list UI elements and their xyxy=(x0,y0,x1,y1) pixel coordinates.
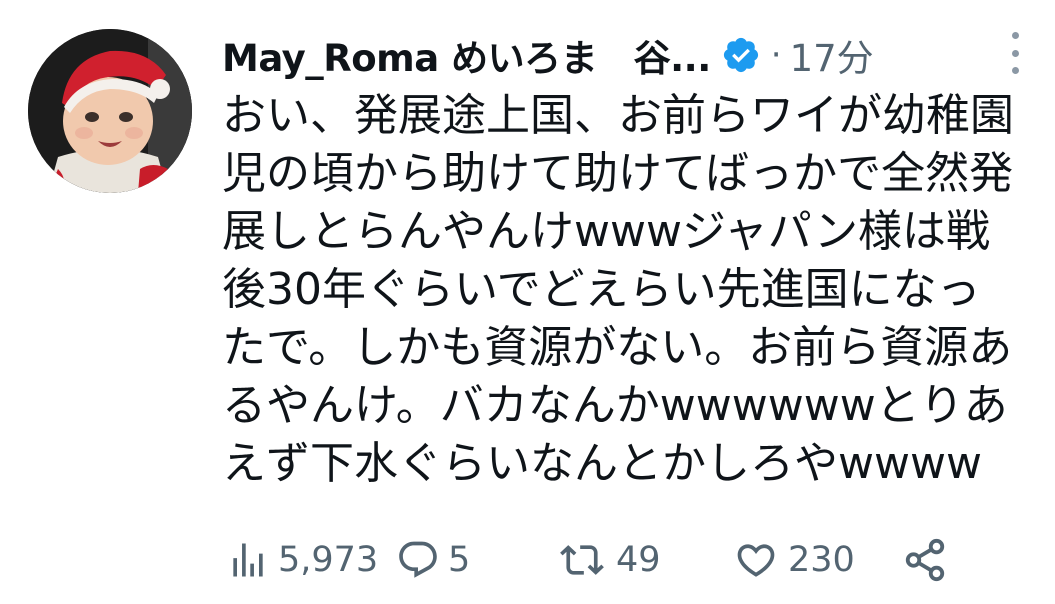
tweet-text-line: たで。しかも資源がない。お前ら資源あ xyxy=(222,322,1013,373)
more-dot xyxy=(1011,49,1019,57)
timestamp[interactable]: 17分 xyxy=(790,28,874,82)
more-icon[interactable] xyxy=(1000,32,1030,74)
tweet-text-line: 児の頃から助けて助けてばっかで全然発 xyxy=(222,148,1014,199)
retweet-icon xyxy=(560,545,604,575)
tweet-text-line: えず下水ぐらいなんとかしろやwwww xyxy=(222,438,982,489)
more-dot xyxy=(1011,67,1019,74)
share-button[interactable] xyxy=(902,530,948,590)
action-bar: 5,973 5 49 230 xyxy=(226,530,1026,590)
reply-button[interactable]: 5 xyxy=(396,530,470,590)
tweet-text-line: おい、発展途上国、お前らワイが幼稚園 xyxy=(222,90,1014,141)
views-icon xyxy=(233,543,263,577)
views-button[interactable]: 5,973 xyxy=(226,530,378,590)
share-icon xyxy=(905,538,945,582)
like-count: 230 xyxy=(788,540,855,580)
display-name[interactable]: May_Roma めいろま 谷... xyxy=(222,28,711,82)
reply-count: 5 xyxy=(448,540,471,580)
retweet-count: 49 xyxy=(616,540,661,580)
tweet-text: おい、発展途上国、お前らワイが幼稚園 児の頃から助けて助けてばっかで全然発 展し… xyxy=(222,87,1042,493)
views-count: 5,973 xyxy=(278,540,379,580)
tweet-header: May_Roma めいろま 谷... · 17分 xyxy=(222,28,874,82)
tweet-text-line: 後30年ぐらいでどえらい先進国になっ xyxy=(222,264,981,315)
retweet-button[interactable]: 49 xyxy=(556,530,661,590)
like-icon xyxy=(737,544,775,577)
tweet-text-line: るやんけ。バカなんかwwwwwwとりあ xyxy=(222,380,1008,431)
avatar[interactable] xyxy=(28,29,192,193)
separator-dot: · xyxy=(770,35,782,75)
like-button[interactable]: 230 xyxy=(732,530,855,590)
avatar-image xyxy=(28,29,192,193)
more-dot xyxy=(1011,32,1019,39)
reply-icon xyxy=(399,541,437,578)
tweet-text-line: 展しとらんやんけwwwジャパン様は戦 xyxy=(222,206,990,257)
verified-badge-icon xyxy=(721,35,761,75)
